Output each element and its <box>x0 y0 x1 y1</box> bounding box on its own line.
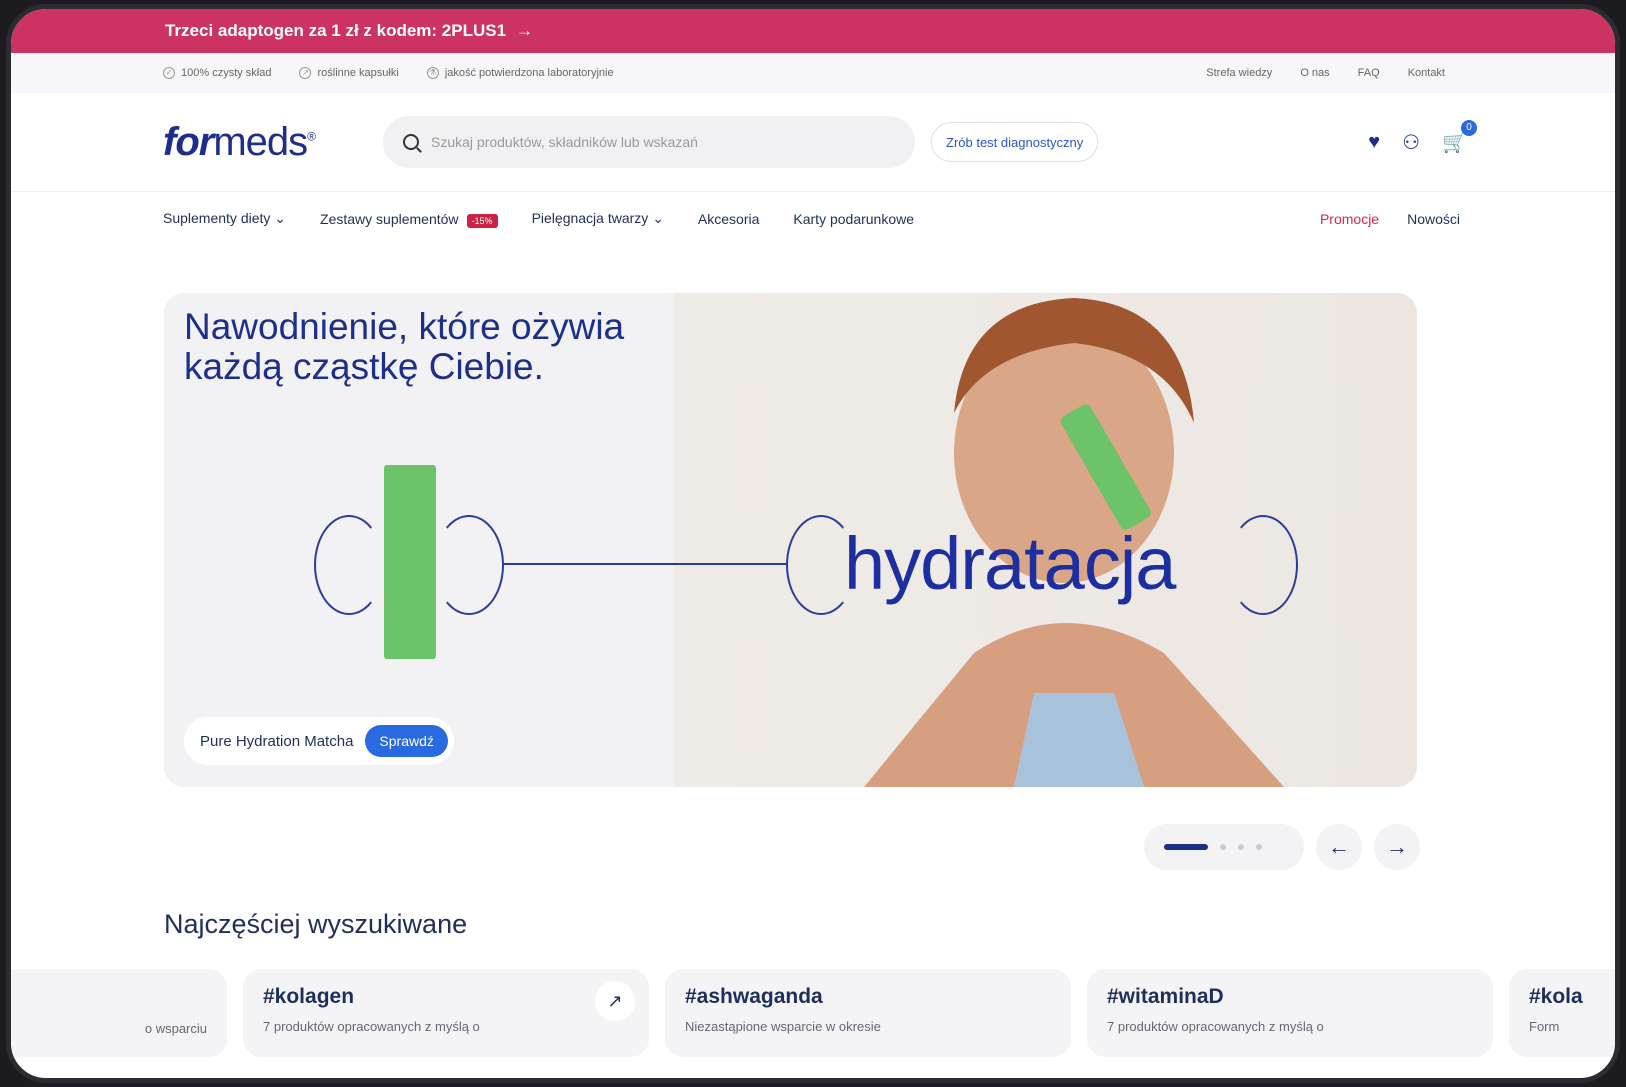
nav-item-promocje[interactable]: Promocje <box>1320 211 1379 227</box>
link-strefa-wiedzy[interactable]: Strefa wiedzy <box>1206 67 1272 79</box>
heart-icon[interactable]: ♥ <box>1368 131 1380 154</box>
lab-icon: ⚗ <box>426 67 439 79</box>
tags-row: o wsparciu #kolagen 7 produktów opracowan… <box>11 969 1615 1057</box>
search-icon <box>403 134 419 150</box>
section-title: Najczęściej wyszukiwane <box>164 909 468 939</box>
usp-item: ✓ 100% czysty skład <box>163 67 271 79</box>
capsule-icon: ↗ <box>299 67 312 79</box>
tag-card[interactable]: #ashwaganda Niezastąpione wsparcie w okre… <box>665 969 1071 1057</box>
discount-badge: -15% <box>466 213 498 228</box>
search-input[interactable]: Szukaj produktów, składników lub wskazań <box>383 116 915 168</box>
utility-bar: ✓ 100% czysty skład ↗ roślinne kapsułki ⚗ j… <box>11 53 1615 93</box>
carousel-controls: ← → <box>1144 824 1420 870</box>
connector-line <box>504 563 786 565</box>
search-placeholder: Szukaj produktów, składników lub wskazań <box>431 134 698 150</box>
check-button[interactable]: Sprawdź <box>365 725 448 757</box>
usp-item: ↗ roślinne kapsułki <box>299 67 399 79</box>
nav-item-akcesoria[interactable]: Akcesoria <box>698 211 759 227</box>
nav-item-pielegnacja[interactable]: Pielęgnacja twarzy ⌄ <box>532 210 664 227</box>
link-kontakt[interactable]: Kontakt <box>1408 67 1445 79</box>
next-arrow-icon[interactable]: → <box>1374 824 1420 870</box>
hero-banner[interactable]: Nawodnienie, które ożywia każdą cząstkę … <box>164 293 1417 787</box>
logo[interactable]: formeds® <box>163 120 383 165</box>
nav-item-suplementy[interactable]: Suplementy diety ⌄ <box>163 210 286 227</box>
promo-text: Trzeci adaptogen za 1 zł z kodem: 2PLUS1 <box>165 21 507 40</box>
nav-item-nowosci[interactable]: Nowości <box>1407 211 1460 227</box>
link-o-nas[interactable]: O nas <box>1300 67 1329 79</box>
arrow-right-icon: → <box>516 21 534 40</box>
site-header: formeds® Szukaj produktów, składników lu… <box>11 93 1615 191</box>
tag-card[interactable]: o wsparciu <box>11 969 227 1057</box>
tag-card[interactable]: #kolagen 7 produktów opracowanych z myślą… <box>243 969 649 1057</box>
bracket-left <box>314 515 384 615</box>
dot[interactable] <box>1256 844 1262 850</box>
usp-item: ⚗ jakość potwierdzona laboratoryjnie <box>426 67 614 79</box>
product-name: Pure Hydration Matcha <box>200 732 354 750</box>
bracket-right-close <box>1228 515 1298 615</box>
product-chip[interactable]: Pure Hydration Matcha Sprawdź <box>184 717 454 765</box>
diagnostic-test-button[interactable]: Zrób test diagnostyczny <box>931 122 1099 162</box>
user-icon[interactable]: ⚇ <box>1402 130 1420 155</box>
tag-card[interactable]: #kola Form <box>1509 969 1615 1057</box>
dot[interactable] <box>1220 844 1226 850</box>
leaf-icon: ✓ <box>163 67 175 79</box>
main-nav: Suplementy diety ⌄ Zestawy suplementów -1… <box>11 191 1615 245</box>
cart-icon[interactable]: 🛒 0 <box>1442 119 1477 155</box>
chevron-down-icon: ⌄ <box>652 210 664 226</box>
chevron-down-icon: ⌄ <box>274 210 287 226</box>
cart-badge: 0 <box>1461 119 1477 136</box>
nav-item-karty[interactable]: Karty podarunkowe <box>793 211 914 227</box>
dot-active[interactable] <box>1164 844 1208 850</box>
bracket-left-close <box>434 515 504 615</box>
hero-headline: Nawodnienie, które ożywia każdą cząstkę … <box>184 306 625 387</box>
arrow-up-right-icon[interactable]: ↗ <box>595 981 635 1021</box>
nav-item-zestawy[interactable]: Zestawy suplementów -15% <box>320 211 498 228</box>
product-sachet <box>384 465 436 659</box>
tag-card[interactable]: #witaminaD 7 produktów opracowanych z myś… <box>1087 969 1493 1057</box>
browser-frame: Trzeci adaptogen za 1 zł z kodem: 2PLUS1… <box>6 4 1620 1083</box>
carousel-dots[interactable] <box>1144 824 1304 870</box>
hero-keyword: hydratacja <box>844 522 1176 605</box>
prev-arrow-icon[interactable]: ← <box>1316 824 1362 870</box>
dot[interactable] <box>1238 844 1244 850</box>
link-faq[interactable]: FAQ <box>1358 67 1380 79</box>
promo-bar[interactable]: Trzeci adaptogen za 1 zł z kodem: 2PLUS1… <box>11 9 1615 53</box>
